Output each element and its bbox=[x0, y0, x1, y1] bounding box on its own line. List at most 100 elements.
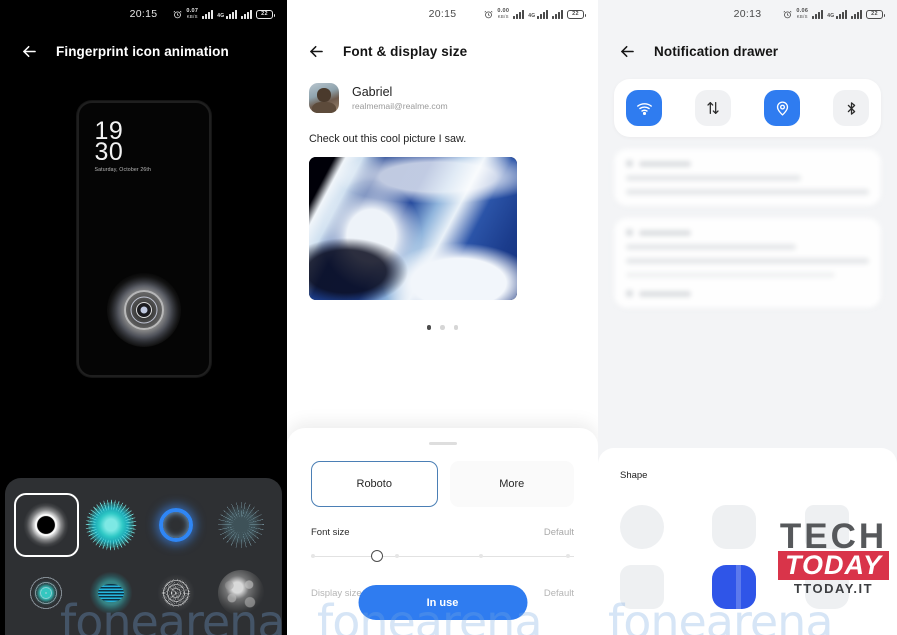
alarm-icon bbox=[783, 10, 792, 18]
page-dot[interactable] bbox=[440, 325, 445, 330]
wifi-icon bbox=[636, 102, 652, 115]
page-indicator bbox=[309, 325, 576, 330]
status-bar: 20:15 0.07 KB/S 4G 22 bbox=[0, 0, 287, 28]
fingerprint-animation-icon bbox=[106, 273, 181, 347]
app-icon-placeholder bbox=[626, 290, 633, 297]
quick-settings-card bbox=[614, 79, 881, 137]
page-title: Notification drawer bbox=[654, 44, 779, 59]
bluetooth-icon bbox=[847, 101, 855, 115]
shape-options-grid bbox=[620, 505, 875, 609]
font-option-more[interactable]: More bbox=[449, 460, 574, 507]
style-option-spiky-burst[interactable] bbox=[79, 493, 144, 557]
status-time: 20:15 bbox=[129, 8, 158, 20]
network-speed: 0.06 KB/S bbox=[796, 8, 809, 19]
drawer-preview bbox=[598, 61, 897, 308]
status-icons: 0.07 KB/S 4G 22 bbox=[173, 8, 275, 19]
page-dot[interactable] bbox=[426, 325, 432, 330]
alarm-icon bbox=[173, 10, 182, 18]
app-name-placeholder bbox=[639, 229, 691, 236]
slider-tick bbox=[311, 553, 315, 558]
text-line-placeholder bbox=[626, 244, 797, 250]
page-dot[interactable] bbox=[453, 325, 459, 330]
shape-option-squircle[interactable] bbox=[712, 505, 757, 549]
style-option-striped-orb[interactable] bbox=[79, 561, 144, 625]
mobile-data-toggle[interactable] bbox=[695, 90, 731, 126]
app-name-placeholder bbox=[639, 160, 691, 167]
user-email: realmemail@realme.com bbox=[352, 100, 448, 111]
panel-font-display-size: 20:15 0.00 KB/S 4G 22 Font & display siz… bbox=[287, 0, 598, 635]
status-bar: 20:15 0.00 KB/S 4G 22 bbox=[287, 0, 598, 28]
app-name-placeholder bbox=[639, 290, 691, 297]
shape-option-rounded-small[interactable] bbox=[620, 565, 664, 609]
lock-screen-date: Saturday, October 26th bbox=[94, 167, 152, 173]
battery-icon: 22 bbox=[866, 9, 885, 19]
app-bar: Fingerprint icon animation bbox=[0, 28, 287, 61]
sheet-grabber[interactable] bbox=[428, 442, 457, 445]
status-icons: 0.00 KB/S 4G 22 bbox=[484, 8, 586, 19]
back-arrow-icon[interactable] bbox=[618, 42, 637, 61]
alarm-icon bbox=[484, 10, 493, 18]
preview-message: Check out this cool picture I saw. bbox=[309, 133, 467, 145]
page-title: Font & display size bbox=[343, 44, 468, 59]
text-line-placeholder bbox=[626, 272, 835, 278]
font-size-value: Default bbox=[543, 526, 574, 538]
status-time: 20:15 bbox=[428, 8, 457, 20]
slider-tick bbox=[395, 553, 400, 558]
signal-bars-secondary-icon bbox=[552, 9, 563, 19]
style-option-halo-glow[interactable] bbox=[14, 493, 79, 557]
app-icon-placeholder bbox=[626, 229, 633, 236]
shape-settings-sheet: Shape bbox=[598, 448, 897, 635]
text-line-placeholder bbox=[626, 175, 801, 181]
signal-bars-icon bbox=[202, 9, 214, 19]
shape-option-squircle-blue[interactable] bbox=[712, 565, 757, 609]
font-option-roboto[interactable]: Roboto bbox=[311, 460, 438, 507]
status-icons: 0.06 KB/S 4G 22 bbox=[783, 8, 885, 19]
wifi-toggle[interactable] bbox=[626, 90, 662, 126]
network-speed: 0.07 KB/S bbox=[186, 8, 199, 19]
slider-thumb[interactable] bbox=[371, 549, 384, 562]
location-toggle[interactable] bbox=[764, 90, 800, 126]
user-row: Gabriel realmemail@realme.com bbox=[309, 83, 576, 113]
bluetooth-toggle[interactable] bbox=[833, 90, 869, 126]
panel-notification-drawer: 20:13 0.06 KB/S 4G 22 Notification drawe… bbox=[598, 0, 897, 635]
data-transfer-icon bbox=[707, 102, 719, 114]
style-option-particle-rays[interactable] bbox=[208, 493, 273, 557]
in-use-button[interactable]: In use bbox=[358, 585, 527, 620]
status-time: 20:13 bbox=[733, 8, 762, 20]
app-bar: Font & display size bbox=[287, 28, 598, 61]
back-arrow-icon[interactable] bbox=[20, 42, 39, 61]
settings-sheet: Roboto More Font size Default Display si… bbox=[287, 428, 598, 635]
style-option-concentric-rings[interactable] bbox=[14, 561, 79, 625]
battery-icon: 22 bbox=[567, 9, 586, 19]
style-option-cloud-cluster[interactable] bbox=[208, 561, 273, 625]
preview-body: Gabriel realmemail@realme.com Check out … bbox=[287, 61, 598, 330]
battery-icon: 22 bbox=[256, 9, 275, 19]
page-title: Fingerprint icon animation bbox=[56, 44, 229, 59]
slider-tick bbox=[566, 553, 571, 558]
notification-placeholder[interactable] bbox=[614, 149, 881, 206]
text-line-placeholder bbox=[626, 189, 869, 195]
shape-option-circle[interactable] bbox=[620, 505, 664, 549]
slider-tick bbox=[479, 553, 484, 558]
avatar bbox=[309, 83, 339, 113]
font-size-label: Font size bbox=[311, 526, 350, 538]
font-size-labels: Font size Default bbox=[311, 527, 574, 538]
signal-bars-icon bbox=[513, 9, 525, 19]
mobile-network-icon: 4G bbox=[827, 9, 847, 19]
shape-option-rounded-square[interactable] bbox=[804, 505, 849, 549]
lock-screen-clock: 19 30 bbox=[94, 117, 124, 166]
mobile-network-icon: 4G bbox=[217, 9, 237, 19]
slider-track bbox=[311, 555, 574, 557]
notification-placeholder[interactable] bbox=[614, 218, 881, 308]
back-arrow-icon[interactable] bbox=[307, 42, 326, 61]
shape-section-title: Shape bbox=[620, 470, 648, 481]
font-size-slider[interactable] bbox=[311, 548, 574, 566]
text-line-placeholder bbox=[626, 258, 869, 264]
app-icon-placeholder bbox=[626, 160, 633, 167]
display-size-value: Default bbox=[543, 587, 574, 599]
shape-option-rounded-large[interactable] bbox=[804, 565, 849, 609]
status-bar: 20:13 0.06 KB/S 4G 22 bbox=[598, 0, 897, 28]
style-option-neon-ring[interactable] bbox=[144, 493, 209, 557]
font-selector-row: Roboto More bbox=[311, 460, 574, 507]
style-option-scribble-sphere[interactable] bbox=[144, 561, 209, 625]
